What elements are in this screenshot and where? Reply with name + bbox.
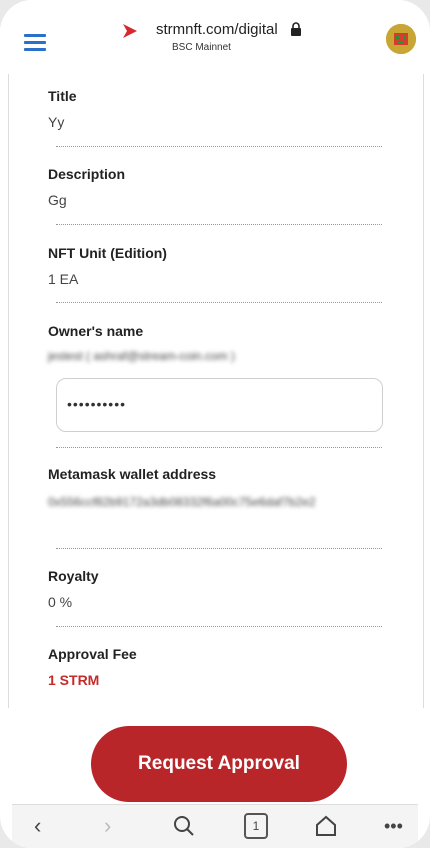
description-label: Description — [48, 166, 126, 182]
back-icon[interactable]: ‹ — [34, 811, 41, 841]
home-icon[interactable] — [314, 811, 338, 841]
approval-fee-value: 1 STRM — [48, 672, 100, 688]
owner-label: Owner's name — [48, 323, 144, 339]
title-value: Yy — [48, 114, 65, 130]
owner-field: Owner's name jestest ( ashraf@stream-coi… — [48, 323, 382, 363]
wallet-address[interactable]: 0x556ccf82b9172a3db08332f6a00c75e6daf7b2… — [48, 492, 374, 512]
strm-logo-icon — [123, 24, 137, 38]
search-icon[interactable] — [172, 811, 196, 841]
tabs-button[interactable]: 1 — [244, 811, 268, 841]
lock-icon — [291, 22, 301, 36]
divider — [56, 224, 382, 225]
top-bar: strmnft.com/digital BSC Mainnet — [0, 0, 430, 74]
wallet-field: Metamask wallet address 0x556ccf82b9172a… — [48, 466, 382, 512]
approval-fee-label: Approval Fee — [48, 646, 137, 662]
menu-icon[interactable] — [24, 34, 46, 51]
owner-value: jestest ( ashraf@stream-coin.com ) — [48, 349, 235, 363]
divider — [56, 146, 382, 147]
phone-screen: strmnft.com/digital BSC Mainnet Title Yy… — [0, 0, 430, 848]
nft-unit-value: 1 EA — [48, 271, 79, 287]
network-label: BSC Mainnet — [172, 42, 231, 53]
avatar-icon — [386, 24, 416, 54]
approval-fee-field: Approval Fee 1 STRM — [48, 646, 382, 688]
request-approval-button[interactable]: Request Approval — [91, 726, 347, 802]
royalty-value: 0 % — [48, 594, 73, 610]
description-value: Gg — [48, 192, 67, 208]
title-label: Title — [48, 88, 77, 104]
description-field: Description Gg — [48, 166, 382, 208]
forward-icon[interactable]: › — [104, 811, 111, 841]
title-field: Title Yy — [48, 88, 382, 130]
avatar[interactable] — [386, 24, 416, 54]
nft-unit-label: NFT Unit (Edition) — [48, 245, 167, 261]
nft-unit-field: NFT Unit (Edition) 1 EA — [48, 245, 382, 287]
divider — [56, 447, 382, 448]
more-icon[interactable]: ••• — [384, 811, 403, 841]
tab-count: 1 — [244, 813, 268, 839]
browser-nav-bar: ‹ › 1 ••• — [12, 804, 418, 848]
address-row: strmnft.com/digital — [120, 20, 320, 40]
royalty-label: Royalty — [48, 568, 99, 584]
royalty-field: Royalty 0 % — [48, 568, 382, 610]
divider — [56, 626, 382, 627]
password-field[interactable]: •••••••••• — [56, 378, 383, 432]
site-url: strmnft.com/digital — [156, 21, 278, 38]
divider — [56, 548, 382, 549]
password-mask: •••••••••• — [67, 396, 127, 412]
divider — [56, 302, 382, 303]
wallet-label: Metamask wallet address — [48, 466, 217, 482]
